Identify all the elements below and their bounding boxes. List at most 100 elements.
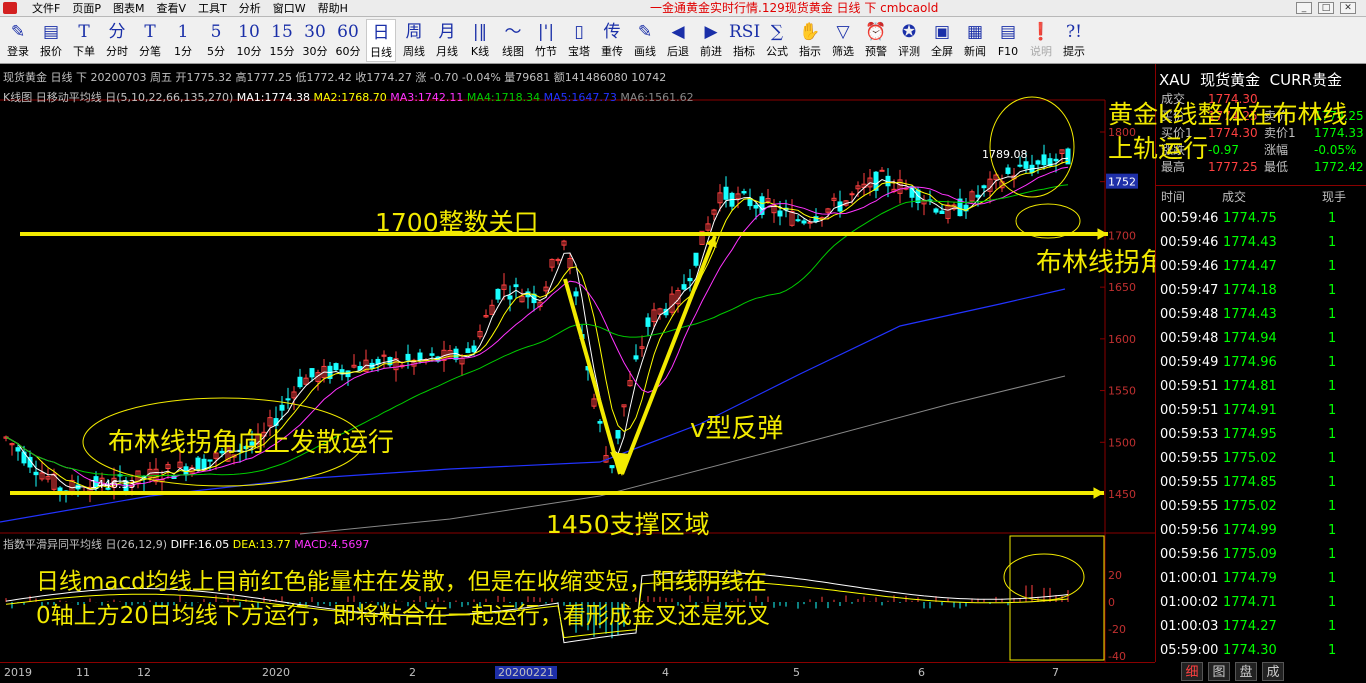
- toolbar-label: 周线: [403, 45, 425, 58]
- tab-chart[interactable]: 图: [1208, 662, 1230, 681]
- date-tick: 12: [137, 666, 151, 679]
- toolbar-button-19[interactable]: ✎ 画线: [630, 19, 660, 62]
- toolbar-button-32[interactable]: ?! 提示: [1059, 19, 1089, 62]
- menu-chart[interactable]: 图表M: [107, 1, 151, 16]
- candle-body: [201, 458, 207, 470]
- toolbar-label: 10分: [236, 45, 262, 58]
- toolbar-button-0[interactable]: ✎ 登录: [3, 19, 33, 62]
- toolbar-button-25[interactable]: ▽ 筛选: [828, 19, 858, 62]
- toolbar-label: 分笔: [139, 45, 161, 58]
- toolbar-button-10[interactable]: 60 60分: [333, 19, 363, 62]
- candle-body: [777, 210, 783, 217]
- chart-area[interactable]: 1800 1752 1700 1650 1600 1550 1500 1450 20 0 -20 -4…: [0, 64, 1322, 683]
- toolbar-button-17[interactable]: ▯ 宝塔: [564, 19, 594, 62]
- toolbar-label: 前进: [700, 45, 722, 58]
- candle-body: [333, 363, 339, 371]
- toolbar-label: 指标: [733, 45, 755, 58]
- trade-row: 00:59:56 1774.99 1: [1156, 520, 1366, 544]
- toolbar-button-27[interactable]: ✪ 评测: [894, 19, 924, 62]
- trade-time: 00:59:55: [1160, 499, 1219, 514]
- toolbar-button-24[interactable]: ✋ 指示: [795, 19, 825, 62]
- toolbar-button-23[interactable]: ∑ 公式: [762, 19, 792, 62]
- toolbar-button-8[interactable]: 15 15分: [267, 19, 297, 62]
- menu-file[interactable]: 文件F: [26, 1, 66, 16]
- trade-row: 00:59:56 1775.09 1: [1156, 544, 1366, 568]
- menu-page[interactable]: 页面P: [66, 1, 107, 16]
- toolbar-icon: 60: [337, 22, 359, 42]
- toolbar-button-5[interactable]: 1 1分: [168, 19, 198, 62]
- support-arrow-head: [1093, 487, 1104, 499]
- toolbar-icon: 30: [304, 22, 326, 42]
- macd-legend: 指数平滑异同平均线 日(26,12,9) DIFF:16.05 DEA:13.7…: [3, 536, 369, 552]
- toolbar-button-22[interactable]: RSI 指标: [729, 19, 760, 62]
- trade-volume: 1: [1328, 475, 1337, 490]
- candle-body: [633, 355, 639, 360]
- tab-trades[interactable]: 成: [1262, 662, 1284, 681]
- candle-body: [807, 221, 813, 224]
- toolbar-button-1[interactable]: ▤ 报价: [36, 19, 66, 62]
- menu-view[interactable]: 查看V: [150, 1, 192, 16]
- date-tick: 2: [409, 666, 416, 679]
- tab-detail[interactable]: 细: [1181, 662, 1203, 681]
- toolbar-button-16[interactable]: |'| 竹节: [531, 19, 561, 62]
- toolbar-button-13[interactable]: 月月线: [432, 19, 462, 62]
- toolbar-button-9[interactable]: 30 30分: [300, 19, 330, 62]
- trade-list[interactable]: 00:59:46 1774.75 1 00:59:46 1774.43 1 00:59:46…: [1156, 208, 1366, 664]
- trade-price: 1774.85: [1223, 475, 1277, 490]
- minimize-button[interactable]: _: [1296, 2, 1312, 14]
- toolbar-button-29[interactable]: ▦ 新闻: [960, 19, 990, 62]
- trade-volume: 1: [1328, 235, 1337, 250]
- toolbar-label: 后退: [667, 45, 689, 58]
- trade-time: 00:59:47: [1160, 283, 1219, 298]
- toolbar-button-2[interactable]: T 下单: [69, 19, 99, 62]
- price-tick: 1600: [1108, 333, 1136, 346]
- toolbar-button-12[interactable]: 周周线: [399, 19, 429, 62]
- toolbar-button-18[interactable]: 传重传: [597, 19, 627, 62]
- trade-volume: 1: [1328, 379, 1337, 394]
- toolbar-button-28[interactable]: ▣ 全屏: [927, 19, 957, 62]
- candle-body: [693, 252, 699, 266]
- toolbar-button-26[interactable]: ⏰ 预警: [861, 19, 891, 62]
- candle-body: [507, 295, 513, 300]
- toolbar-icon: ⏰: [865, 22, 887, 42]
- price-tick: 1752: [1108, 176, 1136, 189]
- macd-title: 指数平滑异同平均线 日(26,12,9): [3, 538, 168, 551]
- candle-body: [849, 193, 855, 196]
- annotation-gold-trend: 黄金k线整体在布林线上轨运行: [1108, 100, 1348, 163]
- candle-body: [15, 447, 21, 452]
- toolbar-button-20[interactable]: ◀ 后退: [663, 19, 693, 62]
- close-button[interactable]: ✕: [1340, 2, 1356, 14]
- menu-analysis[interactable]: 分析: [233, 1, 267, 16]
- trade-volume: 1: [1328, 307, 1337, 322]
- candle-body: [495, 288, 501, 300]
- candle-body: [975, 194, 981, 198]
- trade-list-header: 时间 成交 现手: [1156, 185, 1366, 205]
- indicator-tick: 20: [1108, 569, 1122, 582]
- menu-window[interactable]: 窗口W: [267, 1, 312, 16]
- restore-button[interactable]: □: [1318, 2, 1334, 14]
- toolbar-button-7[interactable]: 10 10分: [234, 19, 264, 62]
- candle-body: [795, 219, 801, 222]
- toolbar-button-15[interactable]: 〜线图: [498, 19, 528, 62]
- menu-tools[interactable]: 工具T: [192, 1, 233, 16]
- toolbar-icon: 月: [438, 22, 456, 42]
- toolbar-icon: 1: [177, 22, 189, 42]
- toolbar-button-21[interactable]: ▶ 前进: [696, 19, 726, 62]
- toolbar-button-3[interactable]: 分分时: [102, 19, 132, 62]
- toolbar-button-11[interactable]: 日日线: [366, 19, 396, 62]
- candle-body: [285, 398, 291, 401]
- annotation-v-rebound: v型反弹: [690, 414, 784, 444]
- trade-volume: 1: [1328, 451, 1337, 466]
- keylevel-arrow-head: [1097, 228, 1108, 240]
- menu-bar: 文件F 页面P 图表M 查看V 工具T 分析 窗口W 帮助H: [26, 1, 354, 16]
- toolbar-button-6[interactable]: 5 5分: [201, 19, 231, 62]
- candle-body: [939, 210, 945, 214]
- toolbar-button-4[interactable]: T 分笔: [135, 19, 165, 62]
- toolbar-button-31[interactable]: ❗ 说明: [1026, 19, 1056, 62]
- toolbar-button-14[interactable]: |‖ K线: [465, 19, 495, 62]
- menu-help[interactable]: 帮助H: [312, 1, 354, 16]
- toolbar-label: 画线: [634, 45, 656, 58]
- toolbar-button-30[interactable]: ▤ F10: [993, 19, 1023, 62]
- tab-book[interactable]: 盘: [1235, 662, 1257, 681]
- trade-time: 00:59:55: [1160, 451, 1219, 466]
